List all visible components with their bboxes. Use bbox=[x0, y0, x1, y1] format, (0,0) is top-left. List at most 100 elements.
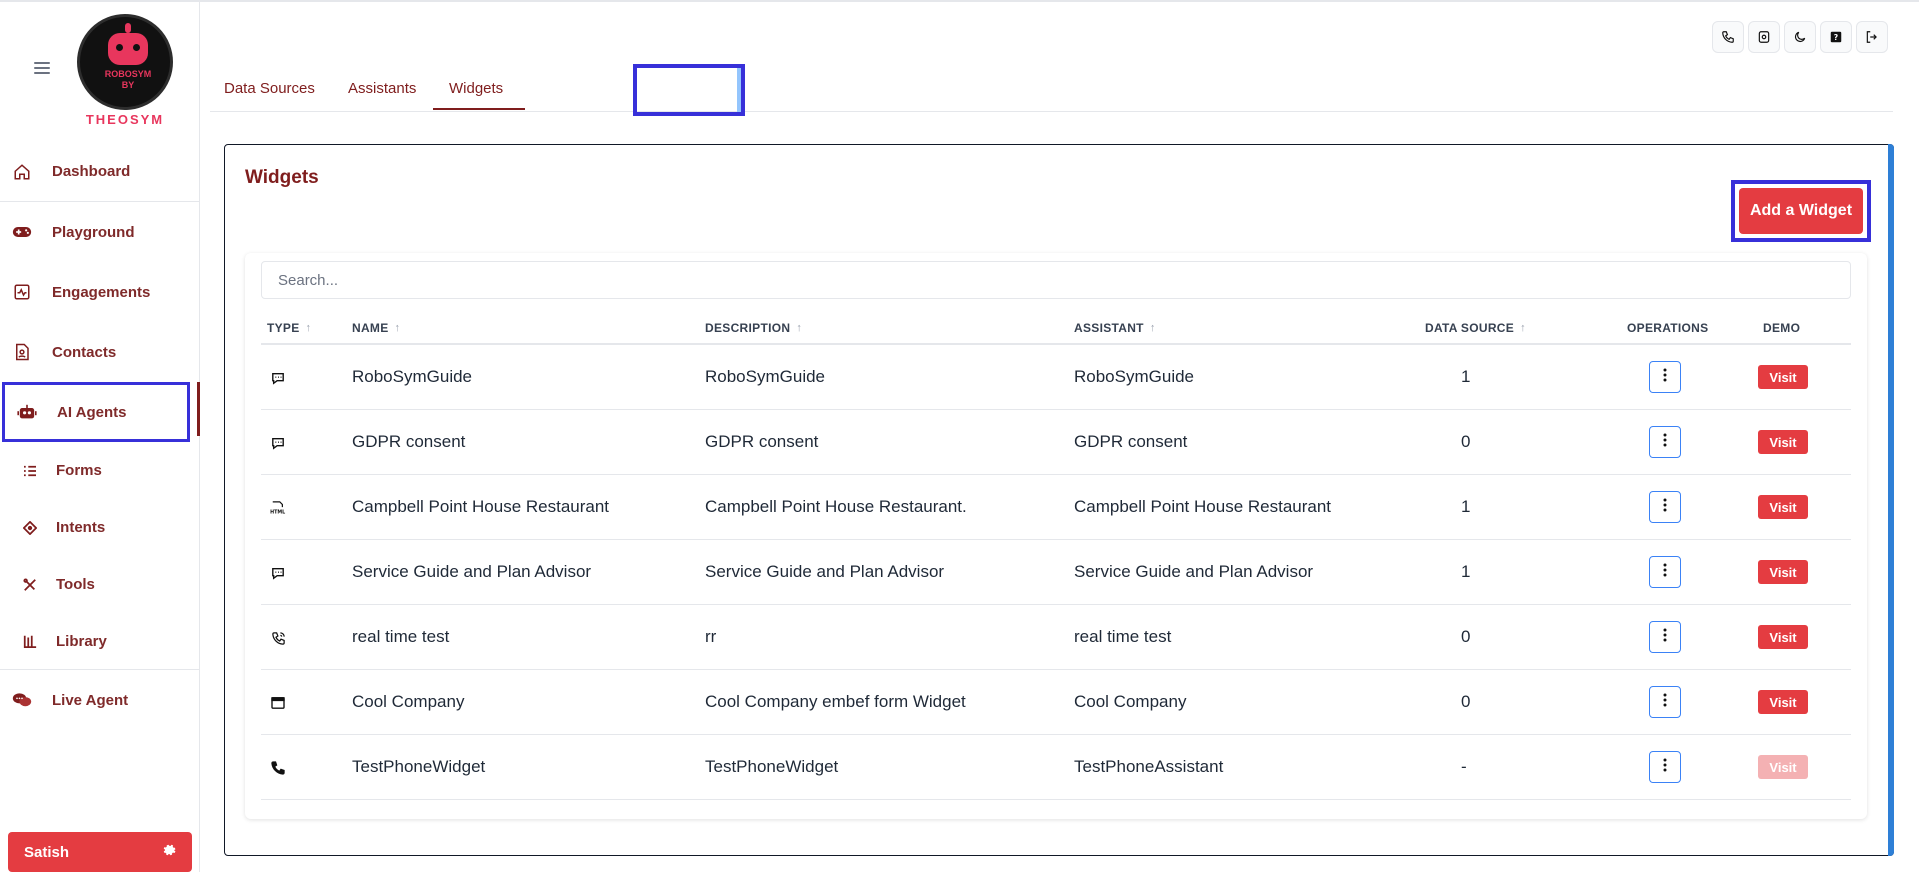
chat-icon bbox=[269, 434, 287, 452]
sidebar-item-engagements[interactable]: Engagements bbox=[0, 262, 200, 322]
cell-assistant: RoboSymGuide bbox=[1074, 367, 1195, 386]
sidebar-item-label: Intents bbox=[56, 519, 106, 536]
cell-data-source: - bbox=[1461, 757, 1467, 776]
sort-arrow-icon: ↑ bbox=[1149, 322, 1156, 334]
logo-text-top: ROBOSYM bbox=[104, 69, 152, 79]
kebab-icon bbox=[1663, 432, 1667, 452]
sidebar-item-live-agent[interactable]: Live Agent bbox=[0, 670, 200, 730]
kebab-icon bbox=[1663, 757, 1667, 777]
more-options-button[interactable] bbox=[1649, 751, 1681, 783]
logo-brand: THEOSYM bbox=[85, 112, 165, 127]
more-options-button[interactable] bbox=[1649, 686, 1681, 718]
translate-icon[interactable] bbox=[1748, 21, 1780, 53]
kebab-icon bbox=[1663, 497, 1667, 517]
cell-data-source: 0 bbox=[1461, 627, 1471, 646]
cell-data-source: 0 bbox=[1461, 432, 1471, 451]
sidebar-item-label: AI Agents bbox=[57, 403, 127, 421]
top-toolbar: ? bbox=[1712, 21, 1888, 53]
tab-assistants[interactable]: Assistants bbox=[348, 80, 416, 97]
sort-arrow-icon: ↑ bbox=[394, 322, 401, 334]
sort-arrow-icon: ↑ bbox=[1520, 322, 1526, 334]
visit-button[interactable]: Visit bbox=[1758, 365, 1808, 389]
col-assistant-header[interactable]: ASSISTANT ↑ bbox=[1074, 321, 1156, 335]
kebab-icon bbox=[1663, 367, 1667, 387]
table-row: RoboSymGuide RoboSymGuide RoboSymGuide 1… bbox=[261, 345, 1851, 410]
col-operations-header: OPERATIONS bbox=[1627, 321, 1709, 335]
cell-data-source: 1 bbox=[1461, 497, 1471, 516]
cell-assistant: Service Guide and Plan Advisor bbox=[1074, 562, 1314, 581]
cell-assistant: real time test bbox=[1074, 627, 1172, 646]
sidebar-item-label: Live Agent bbox=[52, 691, 129, 709]
sidebar-item-label: Forms bbox=[56, 462, 102, 479]
more-options-button[interactable] bbox=[1649, 621, 1681, 653]
tab-data-sources[interactable]: Data Sources bbox=[224, 80, 315, 97]
sidebar-item-dashboard[interactable]: Dashboard bbox=[0, 142, 200, 202]
cell-name: TestPhoneWidget bbox=[352, 757, 486, 776]
visit-button[interactable]: Visit bbox=[1758, 690, 1808, 714]
gear-icon[interactable] bbox=[162, 843, 176, 861]
logo-text-by: BY bbox=[121, 80, 135, 90]
kebab-icon bbox=[1663, 562, 1667, 582]
table-row: real time test rr real time test 0 Visit bbox=[261, 605, 1851, 670]
sidebar-item-intents[interactable]: Intents bbox=[0, 499, 200, 556]
user-name: Satish bbox=[24, 843, 70, 861]
col-name-header[interactable]: NAME ↑ bbox=[352, 321, 400, 335]
tab-widgets[interactable]: Widgets bbox=[449, 80, 503, 97]
sidebar: ROBOSYM BY THEOSYM Dashboard Playground … bbox=[0, 2, 200, 872]
home-icon bbox=[12, 162, 32, 182]
chat-icon bbox=[269, 564, 287, 582]
list-icon bbox=[22, 463, 38, 479]
visit-button-disabled: Visit bbox=[1758, 755, 1808, 779]
cell-assistant: TestPhoneAssistant bbox=[1074, 757, 1224, 776]
help-icon[interactable]: ? bbox=[1820, 21, 1852, 53]
more-options-button[interactable] bbox=[1649, 556, 1681, 588]
add-widget-button[interactable]: Add a Widget bbox=[1739, 188, 1863, 234]
cell-description: rr bbox=[705, 627, 717, 646]
moon-icon[interactable] bbox=[1784, 21, 1816, 53]
more-options-button[interactable] bbox=[1649, 426, 1681, 458]
cell-name: RoboSymGuide bbox=[352, 367, 473, 386]
cell-data-source: 1 bbox=[1461, 367, 1471, 386]
more-options-button[interactable] bbox=[1649, 491, 1681, 523]
sidebar-item-label: Playground bbox=[52, 223, 135, 241]
logo-badge: ROBOSYM BY bbox=[77, 14, 173, 110]
phone-icon[interactable] bbox=[1712, 21, 1744, 53]
more-options-button[interactable] bbox=[1649, 361, 1681, 393]
visit-button[interactable]: Visit bbox=[1758, 625, 1808, 649]
sidebar-item-forms[interactable]: Forms bbox=[0, 442, 200, 499]
sidebar-item-playground[interactable]: Playground bbox=[0, 202, 200, 262]
robot-icon bbox=[17, 402, 37, 422]
sidebar-item-ai-agents[interactable]: AI Agents bbox=[2, 382, 200, 442]
card-title: Widgets bbox=[245, 167, 319, 188]
table-row: GDPR consent GDPR consent GDPR consent 0… bbox=[261, 410, 1851, 475]
widgets-table-panel: TYPE↑ NAME↑ DESCRIPTION↑ ASSISTANT↑ DATA… bbox=[245, 253, 1867, 819]
cell-description: TestPhoneWidget bbox=[705, 757, 839, 776]
cell-description: Cool Company embef form Widget bbox=[705, 692, 966, 711]
col-type-header[interactable]: TYPE ↑ bbox=[267, 321, 311, 335]
visit-button[interactable]: Visit bbox=[1758, 430, 1808, 454]
sort-arrow-icon: ↑ bbox=[796, 322, 803, 334]
menu-icon[interactable] bbox=[34, 62, 50, 74]
col-demo-header: DEMO bbox=[1763, 321, 1801, 335]
col-data-source-header[interactable]: DATA SOURCE ↑ bbox=[1425, 321, 1526, 335]
logout-icon[interactable] bbox=[1856, 21, 1888, 53]
cell-name: Service Guide and Plan Advisor bbox=[352, 562, 592, 581]
sidebar-item-tools[interactable]: Tools bbox=[0, 556, 200, 613]
chat-bubbles-icon bbox=[12, 690, 32, 710]
table-row: Cool Company Cool Company embef form Wid… bbox=[261, 670, 1851, 735]
library-icon bbox=[22, 633, 38, 649]
table-row: TestPhoneWidget TestPhoneWidget TestPhon… bbox=[261, 735, 1851, 800]
search-input[interactable] bbox=[261, 261, 1851, 299]
cell-description: Campbell Point House Restaurant. bbox=[705, 497, 967, 516]
html-file-icon: HTML bbox=[269, 499, 287, 517]
cell-name: real time test bbox=[352, 627, 450, 646]
sidebar-item-library[interactable]: Library bbox=[0, 613, 200, 670]
tab-bar: Data Sources Assistants Widgets bbox=[210, 64, 1893, 116]
visit-button[interactable]: Visit bbox=[1758, 560, 1808, 584]
col-description-header[interactable]: DESCRIPTION ↑ bbox=[705, 321, 802, 335]
sidebar-item-contacts[interactable]: Contacts bbox=[0, 322, 200, 382]
tab-highlight bbox=[633, 64, 745, 116]
sidebar-item-label: Library bbox=[56, 632, 107, 650]
user-menu-button[interactable]: Satish bbox=[8, 832, 192, 872]
visit-button[interactable]: Visit bbox=[1758, 495, 1808, 519]
